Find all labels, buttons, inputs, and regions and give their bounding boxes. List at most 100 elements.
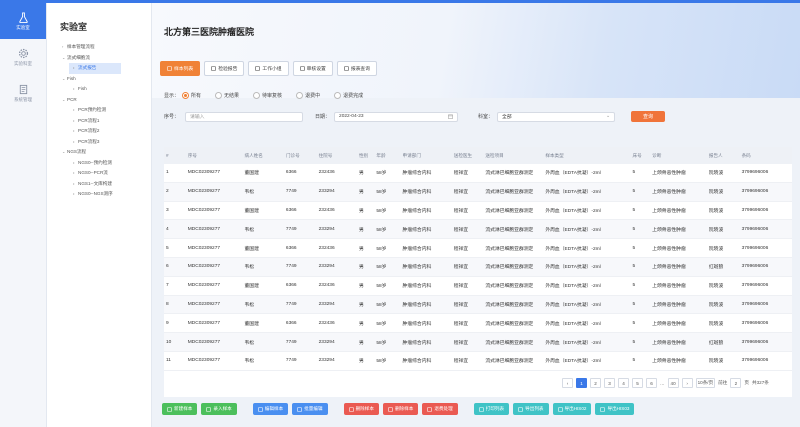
table-row[interactable]: 11 MDC02309277 韦松 7749 233294 男 58岁 肿瘤综合内科 程祥宜 流式… xyxy=(164,351,792,371)
page-button[interactable]: 1 xyxy=(576,378,587,388)
status-radio[interactable]: 无结果 xyxy=(215,92,239,99)
table-row[interactable]: 7 MDC02309277 董国建 6366 232436 男 58岁 肿瘤综合内科 程祥宜 流式… xyxy=(164,276,792,296)
tree-node[interactable]: ⌄ 流式细胞流 xyxy=(47,53,151,64)
next-page-button[interactable]: › xyxy=(681,378,693,388)
toolbar-tab[interactable]: 审核设置 xyxy=(292,61,333,76)
table-row[interactable]: 10 MDC02309277 韦松 7749 233294 男 58岁 肿瘤综合内科 程祥宜 流式… xyxy=(164,332,792,352)
tree-node[interactable]: • NGS1--文库构建 xyxy=(47,179,151,190)
tree-node[interactable]: ⌄ Fish xyxy=(47,74,151,85)
table-cell: 外周血（EDTA抗凝）-2ml xyxy=(543,182,631,202)
column-header: 送检项目 xyxy=(483,147,544,164)
table-row[interactable]: 8 MDC02309277 韦松 7749 233294 男 58岁 肿瘤综合内科 程祥宜 流式淋… xyxy=(164,295,792,315)
tree-node[interactable]: • PCR流程2 xyxy=(47,126,151,137)
seq-input[interactable]: 请输入 xyxy=(185,111,304,122)
sample-table: # 序号 病人姓名 门诊号 住院号 性别 年龄 申请部门 送检医生 送检项目 样本类型 床号 诊断 报告人… xyxy=(164,147,792,397)
refund-icon xyxy=(427,406,433,412)
action-button[interactable]: 编辑样本 xyxy=(252,403,289,415)
tree-node-label: PCR流程2 xyxy=(78,128,100,133)
table-row[interactable]: 1 MDC02309277 董国建 6366 232436 男 58岁 肿瘤综合内科 程祥宜 流式… xyxy=(164,164,792,183)
tree-node[interactable]: • PCR流程1 xyxy=(47,116,151,127)
rail-item-system[interactable]: 系统管理 xyxy=(0,75,46,111)
page-size-select[interactable]: 10条/页 xyxy=(695,378,716,388)
toolbar-tab[interactable]: 工作小组 xyxy=(248,61,289,76)
table-row[interactable]: 5 MDC02309277 董国建 6366 232436 男 58岁 肿瘤综合内科 程祥宜 流式… xyxy=(164,238,792,258)
status-radio[interactable]: 所有 xyxy=(182,92,201,99)
action-button[interactable]: 删除样本 xyxy=(382,403,419,415)
table-cell: 程祥宜 xyxy=(451,332,484,352)
action-button[interactable]: 删除样本 xyxy=(343,403,379,415)
page-button[interactable]: 4 xyxy=(618,378,629,388)
column-header: 住院号 xyxy=(316,147,357,164)
tree-node[interactable]: • 流式报告 xyxy=(69,63,121,74)
prev-page-button[interactable]: ‹ xyxy=(562,378,573,388)
table-cell: 程祥宜 xyxy=(451,219,484,240)
status-radio[interactable]: 退费完成 xyxy=(334,92,363,99)
action-button[interactable]: 批量编辑 xyxy=(292,403,328,415)
tree-node[interactable]: • PCR预约检测 xyxy=(47,105,151,116)
tree-node[interactable]: • PCR流程3 xyxy=(47,137,151,148)
query-button[interactable]: 查询 xyxy=(631,111,666,122)
action-button[interactable]: 导出HIS02 xyxy=(552,403,592,415)
toolbar-tab[interactable]: 检验报告 xyxy=(204,61,245,76)
toolbar-tab[interactable]: 样本列表 xyxy=(160,61,201,76)
tree-node[interactable]: ⌄ NGS流程 xyxy=(47,147,151,158)
table-cell: MDC02309277 xyxy=(185,332,243,352)
action-button[interactable]: 退费处理 xyxy=(422,403,458,415)
status-radio[interactable]: 待审复核 xyxy=(253,92,282,99)
table-cell: 4 xyxy=(164,219,186,240)
tree-node[interactable]: › 样本管理流程 xyxy=(47,42,151,53)
page-button[interactable]: 40 xyxy=(667,378,679,388)
page-button[interactable]: 6 xyxy=(646,378,657,388)
table-cell: 红斑狼 xyxy=(706,257,740,277)
chart-icon xyxy=(344,66,349,71)
action-button[interactable]: 录入样本 xyxy=(201,403,237,415)
table-cell: 男 xyxy=(356,276,375,296)
table-cell: 男 xyxy=(356,295,375,315)
page-button[interactable]: 2 xyxy=(590,378,601,388)
action-button[interactable]: 导出列表 xyxy=(513,403,549,415)
table-cell: MDC02309277 xyxy=(185,219,243,240)
tree-node[interactable]: • NGS0--PCR流 xyxy=(47,168,151,179)
table-cell: 外周血（EDTA抗凝）-2ml xyxy=(543,332,631,352)
table-cell: MDC02309277 xyxy=(185,238,243,258)
rail-item-dept[interactable]: 实验科室 xyxy=(0,39,46,75)
tree-node[interactable]: • NGS0--NGS测序 xyxy=(47,189,151,200)
table-cell: 外周血（EDTA抗凝）-2ml xyxy=(543,201,631,221)
table-cell: 外周血（EDTA抗凝）-2ml xyxy=(543,219,631,240)
table-row[interactable]: 6 MDC02309277 韦松 7749 233294 男 58岁 肿瘤综合内科 程祥宜 流式淋… xyxy=(164,257,792,277)
table-row[interactable]: 3 MDC02309277 董国建 6366 232436 男 58岁 肿瘤综合内科 程祥宜 流式… xyxy=(164,201,792,221)
date-picker[interactable]: 2022-04-23 xyxy=(334,111,459,122)
table-cell: 肿瘤综合内科 xyxy=(400,219,452,240)
table-cell: 男 xyxy=(356,164,375,183)
goto-input[interactable]: 2 xyxy=(730,378,742,388)
page-button[interactable]: 3 xyxy=(604,378,615,388)
tree-node[interactable]: • Fish xyxy=(47,84,151,95)
page-button[interactable]: 5 xyxy=(632,378,643,388)
action-button[interactable]: 导出HIS03 xyxy=(595,403,635,415)
table-row[interactable]: 4 MDC02309277 韦松 7749 233294 男 58岁 肿瘤综合内科 程祥宜 流式淋… xyxy=(164,219,792,240)
table-cell: MDC02309277 xyxy=(185,276,243,296)
dept-value: 全部 xyxy=(502,115,512,120)
table-cell: 程祥宜 xyxy=(451,238,484,258)
table-cell: 232436 xyxy=(316,238,357,258)
table-cell: 上颌骨恶性肿瘤 xyxy=(650,276,707,296)
tree-node-label: PCR预约检测 xyxy=(78,107,107,112)
icon-rail: 实验室 实验科室 系统管理 xyxy=(0,3,47,427)
dept-select[interactable]: 全部 ⌄ xyxy=(497,111,616,122)
table-cell: 3799696006 xyxy=(739,295,792,315)
tree-node[interactable]: • NGS0--预约检测 xyxy=(47,158,151,169)
action-button[interactable]: 打印列表 xyxy=(473,403,510,415)
action-button[interactable]: 新建样本 xyxy=(162,403,198,415)
table-row[interactable]: 9 MDC02309277 董国建 6366 232436 男 58岁 肿瘤综合内科 程祥宜 流式… xyxy=(164,313,792,334)
show-label: 显示： xyxy=(164,93,180,99)
tree-node-label: PCR流程3 xyxy=(78,138,100,144)
table-row[interactable]: 2 MDC02309277 韦松 7749 233294 男 58岁 肿瘤综合内科 程祥宜 流式淋… xyxy=(164,182,792,202)
tree-node[interactable]: ⌄ PCR xyxy=(47,95,151,106)
table-cell: 10 xyxy=(164,332,186,352)
status-radio[interactable]: 退费中 xyxy=(296,92,320,99)
rail-item-lab[interactable]: 实验室 xyxy=(0,3,46,39)
table-cell: 韦松 xyxy=(242,257,284,277)
toolbar-tab[interactable]: 报表查询 xyxy=(336,61,378,76)
total-count: 共327条 xyxy=(751,380,769,385)
seq-placeholder: 请输入 xyxy=(190,115,205,120)
